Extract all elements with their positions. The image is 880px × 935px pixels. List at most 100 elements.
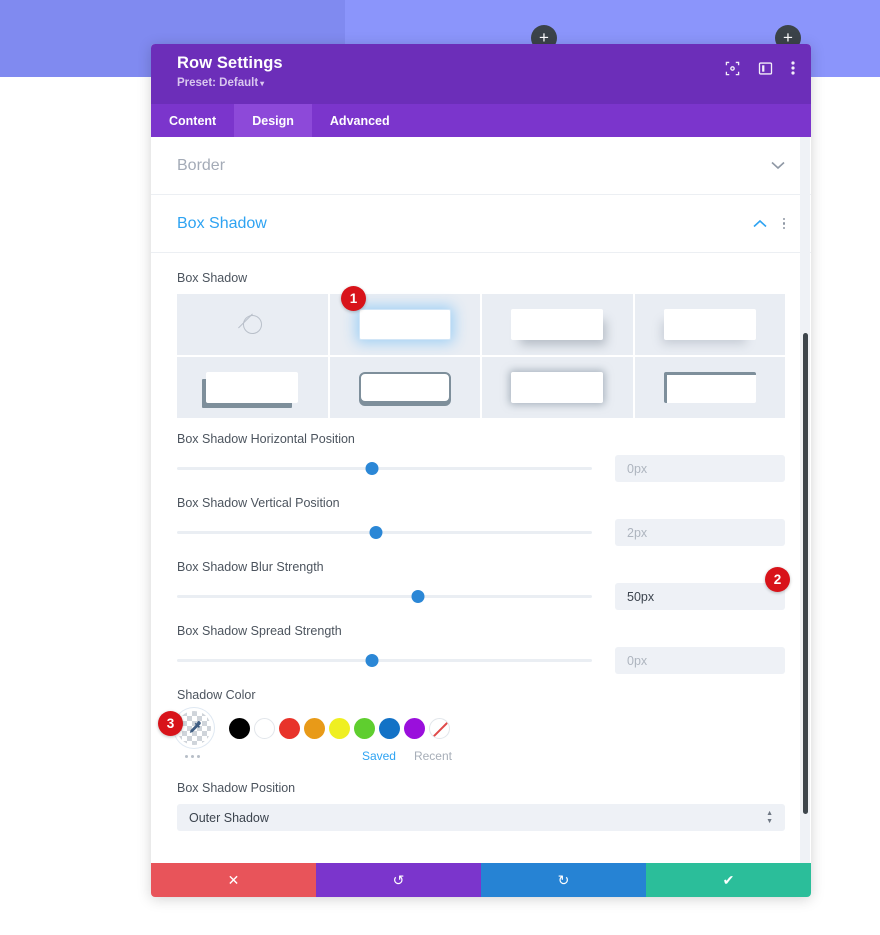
preset-preview (358, 309, 451, 340)
preset-none[interactable] (177, 294, 328, 355)
swatch-green[interactable] (354, 717, 375, 739)
settings-scroll-area: Border Box Shadow Box Shadow Box Shadow … (151, 137, 811, 863)
more-vertical-icon[interactable] (791, 60, 795, 76)
plus-icon: + (783, 27, 793, 47)
preset-all-around-blur[interactable] (482, 357, 633, 418)
redo-icon: ↻ (557, 871, 570, 888)
blur-strength-label: Box Shadow Blur Strength (177, 560, 324, 574)
shadow-color-row (177, 711, 785, 745)
spread-strength-slider[interactable] (177, 650, 592, 672)
layout-icon[interactable] (758, 61, 773, 76)
swatch-white[interactable] (254, 717, 275, 739)
annotation-badge-3: 3 (158, 711, 183, 736)
undo-button[interactable]: ↺ (316, 863, 481, 897)
tab-label: Design (252, 113, 294, 128)
input-value: 50px (627, 589, 655, 604)
scrollbar-thumb[interactable] (803, 333, 808, 814)
select-value: Outer Shadow (189, 810, 269, 825)
modal-body: Border Box Shadow Box Shadow Box Shadow … (151, 137, 811, 863)
input-value: 0px (627, 653, 648, 668)
spread-strength-input[interactable]: 0px (615, 647, 785, 674)
eyedropper-icon (189, 720, 201, 733)
box-shadow-position-select[interactable]: Outer Shadow ▲ ▼ (177, 804, 785, 831)
screen: + + Row Settings Preset: Default ▾ Conte… (0, 0, 880, 935)
recent-colors-tab[interactable]: Recent (414, 749, 452, 763)
swatch-red[interactable] (279, 717, 300, 739)
slider-thumb[interactable] (369, 525, 383, 539)
modal-header: Row Settings Preset: Default ▾ (151, 44, 811, 104)
preset-bottom-left-hard[interactable] (177, 357, 328, 418)
saved-colors-tab[interactable]: Saved (362, 749, 396, 763)
slider-thumb[interactable] (365, 461, 379, 475)
preset-outline-bottom[interactable] (329, 357, 480, 418)
swatch-black[interactable] (229, 717, 250, 739)
cancel-button[interactable]: ✕ (151, 863, 316, 897)
shadow-color-label: Shadow Color (177, 688, 256, 702)
horizontal-position-label: Box Shadow Horizontal Position (177, 432, 355, 446)
slider-track (177, 659, 592, 662)
vertical-position-label: Box Shadow Vertical Position (177, 496, 340, 510)
blur-strength-input[interactable]: 50px (615, 583, 785, 610)
chevron-down-icon: ▾ (260, 79, 265, 88)
scrollbar-track[interactable] (800, 137, 810, 863)
focus-icon[interactable] (725, 61, 740, 76)
annotation-badge-1: 1 (341, 286, 366, 311)
chevron-updown-icon: ▲ ▼ (766, 809, 773, 825)
header-icon-group (725, 60, 795, 76)
horizontal-position-slider[interactable] (177, 458, 592, 480)
vertical-position-slider[interactable] (177, 522, 592, 544)
vertical-position-row: 2px (177, 519, 785, 546)
plus-icon: + (539, 27, 549, 47)
section-more-icon[interactable] (782, 217, 785, 230)
tab-advanced[interactable]: Advanced (312, 104, 408, 137)
slider-thumb[interactable] (411, 589, 425, 603)
box-shadow-preset-label: Box Shadow (177, 271, 248, 285)
preset-bottom-left-soft[interactable] (634, 294, 785, 355)
tab-label: Content (169, 113, 217, 128)
section-border-title: Border (177, 156, 226, 174)
preset-preview (511, 309, 604, 340)
check-icon: ✔ (722, 871, 735, 888)
horizontal-position-input[interactable]: 0px (615, 455, 785, 482)
slider-track (177, 467, 592, 470)
blur-strength-row: 50px (177, 583, 785, 610)
swatch-orange[interactable] (304, 717, 325, 739)
blur-strength-slider[interactable] (177, 586, 592, 608)
tab-design[interactable]: Design (234, 104, 312, 137)
preset-top-left-corner[interactable] (634, 357, 785, 418)
more-colors-icon[interactable] (185, 754, 211, 758)
chevron-down-icon[interactable] (771, 159, 785, 172)
section-border[interactable]: Border (151, 137, 811, 195)
swatch-purple[interactable] (404, 717, 425, 739)
preset-bottom-right-soft[interactable] (482, 294, 633, 355)
horizontal-position-row: 0px (177, 455, 785, 482)
chevron-up-icon[interactable] (752, 217, 767, 230)
color-row-secondary: Saved Recent (177, 749, 785, 763)
preset-preview (358, 372, 451, 403)
box-shadow-position-label: Box Shadow Position (177, 781, 296, 795)
preset-preview (663, 372, 756, 403)
spread-strength-row: 0px (177, 647, 785, 674)
preset-preview (511, 372, 604, 403)
box-shadow-preset-grid (177, 294, 785, 418)
tab-content[interactable]: Content (151, 104, 234, 137)
preset-preview (206, 372, 299, 403)
swatch-yellow[interactable] (329, 717, 350, 739)
slider-thumb[interactable] (365, 653, 379, 667)
preset-label: Preset: Default (177, 77, 259, 89)
input-value: 2px (627, 525, 648, 540)
preset-selector[interactable]: Preset: Default ▾ (177, 77, 793, 89)
swatch-transparent[interactable] (429, 717, 450, 739)
redo-button[interactable]: ↻ (481, 863, 646, 897)
swatch-blue[interactable] (379, 717, 400, 739)
color-more-wrap (177, 754, 211, 758)
row-settings-modal: Row Settings Preset: Default ▾ Content D… (151, 44, 811, 897)
page-title: Row Settings (177, 54, 283, 72)
input-value: 0px (627, 461, 648, 476)
annotation-badge-2: 2 (765, 567, 790, 592)
undo-icon: ↺ (392, 871, 405, 888)
section-box-shadow-title: Box Shadow (177, 214, 267, 232)
section-box-shadow[interactable]: Box Shadow (151, 195, 811, 253)
save-button[interactable]: ✔ (646, 863, 811, 897)
vertical-position-input[interactable]: 2px (615, 519, 785, 546)
